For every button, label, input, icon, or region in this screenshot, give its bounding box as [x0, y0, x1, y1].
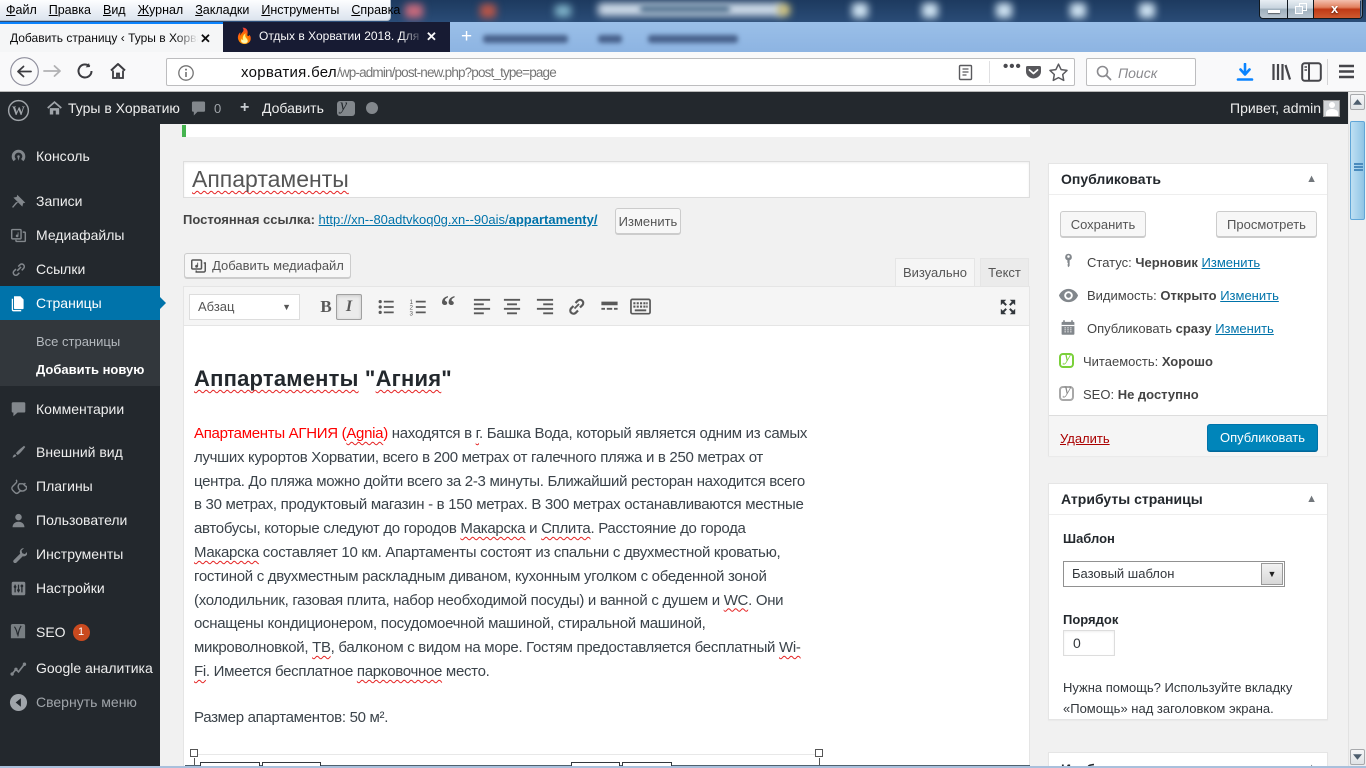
svg-text:3: 3: [409, 311, 413, 316]
svg-text:W: W: [12, 103, 25, 118]
